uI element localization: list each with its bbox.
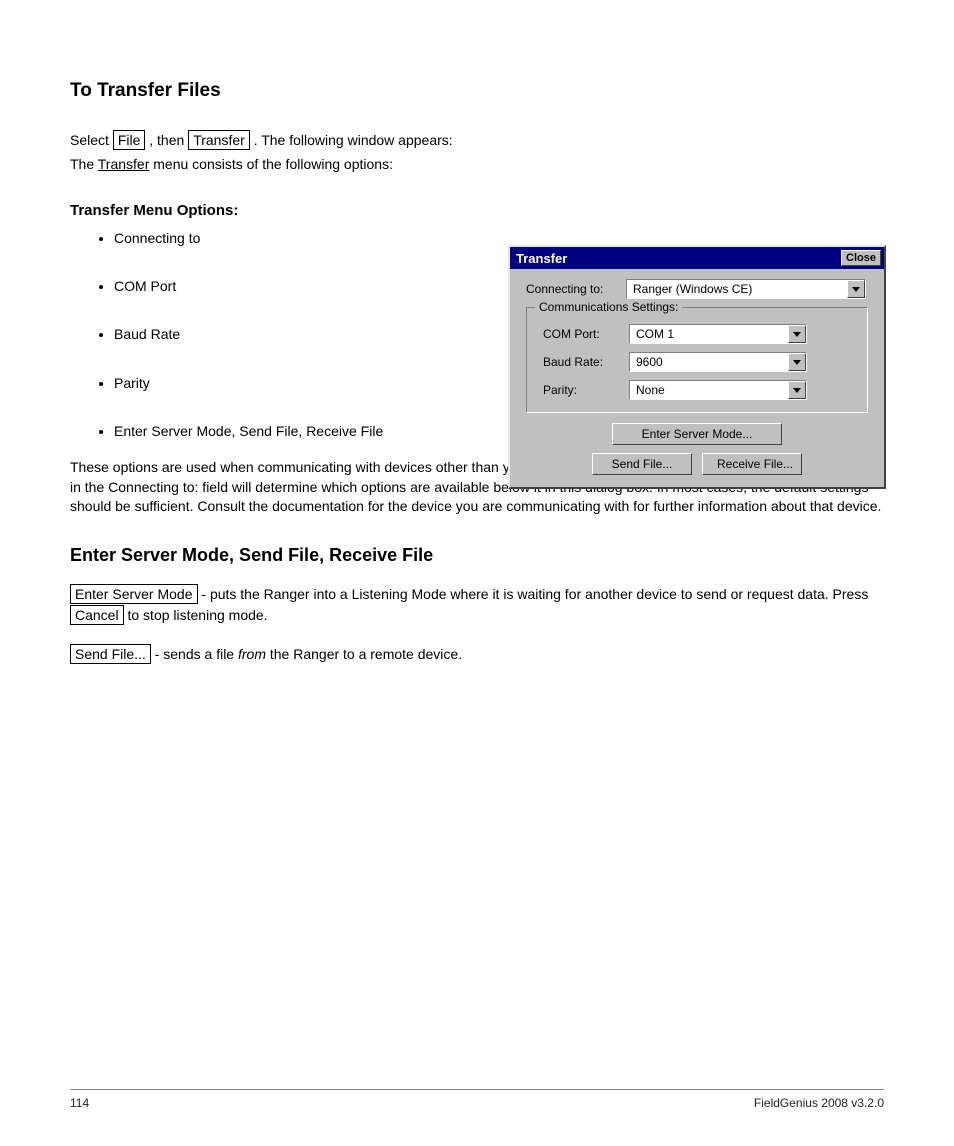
chevron-down-icon[interactable] (788, 325, 806, 343)
chevron-down-icon[interactable] (788, 381, 806, 399)
intro-text-mid: , then (149, 132, 188, 148)
parity-value: None (630, 381, 788, 399)
dialog-title: Transfer (516, 251, 567, 266)
send-file-italic: from (238, 646, 266, 662)
com-port-dropdown[interactable]: COM 1 (629, 324, 807, 344)
send-file-button[interactable]: Send File... (70, 644, 151, 664)
dialog-body: Connecting to: Ranger (Windows CE) Commu… (510, 269, 884, 487)
list-item: Connecting to (114, 229, 500, 247)
transfer-button[interactable]: Transfer (188, 130, 250, 150)
baud-rate-dropdown[interactable]: 9600 (629, 352, 807, 372)
com-port-value: COM 1 (630, 325, 788, 343)
intro-text-pre: Select (70, 132, 113, 148)
enter-server-mode-desc-post: to stop listening mode. (127, 607, 267, 623)
send-file-desc-post: the Ranger to a remote device. (270, 646, 462, 662)
com-port-label: COM Port: (541, 327, 629, 341)
enter-server-mode-button[interactable]: Enter Server Mode (70, 584, 198, 604)
dialog-close-button[interactable]: Close (841, 250, 881, 266)
connecting-to-value: Ranger (Windows CE) (627, 280, 847, 298)
menu-options-list: Connecting to COM Port Baud Rate Parity … (70, 229, 500, 440)
communications-settings-group: Communications Settings: COM Port: COM 1… (526, 307, 868, 413)
receive-file-dialog-button[interactable]: Receive File... (702, 453, 802, 475)
baud-rate-value: 9600 (630, 353, 788, 371)
page-number: 114 (70, 1096, 89, 1110)
intro-line-2: The Transfer menu consists of the follow… (70, 156, 884, 172)
list-item: Baud Rate (114, 325, 500, 343)
enter-server-mode-desc-pre: - puts the Ranger into a Listening Mode … (201, 586, 868, 602)
chevron-down-icon[interactable] (788, 353, 806, 371)
footer-version: FieldGenius 2008 v3.2.0 (754, 1096, 884, 1110)
connecting-to-dropdown[interactable]: Ranger (Windows CE) (626, 279, 866, 299)
enter-server-mode-row: Enter Server Mode - puts the Ranger into… (70, 584, 890, 626)
intro-line-1: Select File , then Transfer . The follow… (70, 130, 884, 150)
subsection-title: Enter Server Mode, Send File, Receive Fi… (70, 545, 884, 566)
cancel-button[interactable]: Cancel (70, 605, 124, 625)
dialog-titlebar: Transfer Close (510, 247, 884, 269)
transfer-link[interactable]: Transfer (98, 156, 150, 172)
chevron-down-icon[interactable] (847, 280, 865, 298)
section-title: To Transfer Files (70, 80, 884, 102)
transfer-dialog: Transfer Close Connecting to: Ranger (Wi… (508, 245, 886, 489)
send-file-desc-pre: - sends a file (155, 646, 238, 662)
list-item: Parity (114, 374, 500, 392)
list-item: COM Port (114, 277, 500, 295)
enter-server-mode-dialog-button[interactable]: Enter Server Mode... (612, 423, 782, 445)
send-file-row: Send File... - sends a file from the Ran… (70, 644, 890, 665)
page-footer: 114 FieldGenius 2008 v3.2.0 (70, 1089, 884, 1110)
parity-label: Parity: (541, 383, 629, 397)
intro2-pre: The (70, 156, 98, 172)
connecting-to-label: Connecting to: (526, 282, 626, 296)
menu-options-heading: Transfer Menu Options: (70, 202, 500, 219)
intro2-post: menu consists of the following options: (153, 156, 393, 172)
list-item: Enter Server Mode, Send File, Receive Fi… (114, 422, 500, 440)
file-button[interactable]: File (113, 130, 146, 150)
group-title: Communications Settings: (535, 300, 682, 314)
send-file-dialog-button[interactable]: Send File... (592, 453, 692, 475)
baud-rate-label: Baud Rate: (541, 355, 629, 369)
intro-text-post: . The following window appears: (254, 132, 453, 148)
parity-dropdown[interactable]: None (629, 380, 807, 400)
